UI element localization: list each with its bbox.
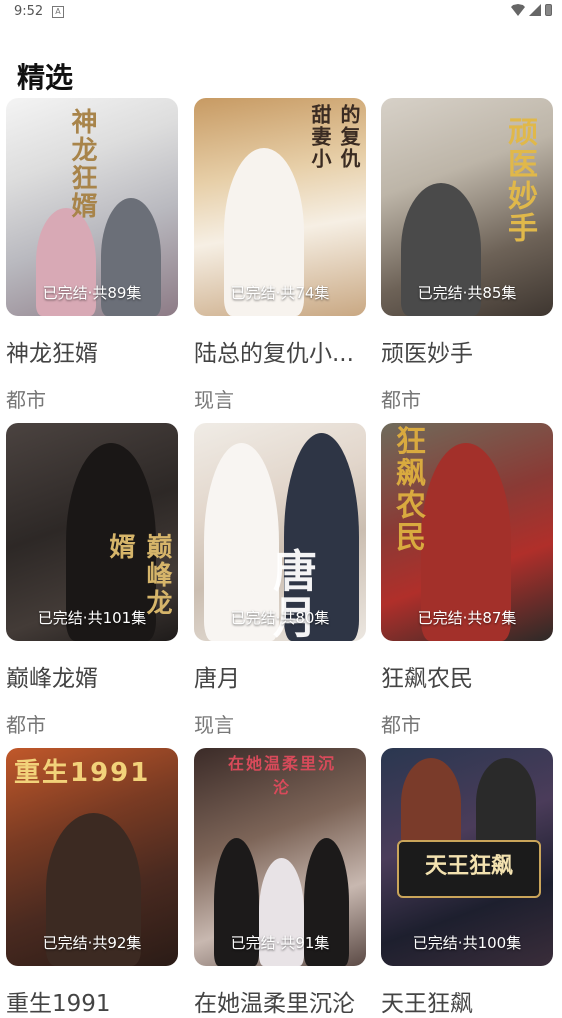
cover-title-emblem: 天王狂飙 <box>397 840 541 898</box>
episode-badge: 已完结·共92集 <box>42 934 142 952</box>
drama-cover[interactable]: 唐月 已完结·共80集 <box>194 423 366 641</box>
drama-title[interactable]: 顽医妙手 <box>381 334 556 368</box>
drama-cover[interactable]: 在她温柔里沉沦 已完结·共91集 <box>194 748 366 966</box>
drama-title[interactable]: 在她温柔里沉沦 <box>194 984 369 1018</box>
episode-badge: 已完结·共85集 <box>417 284 517 302</box>
drama-cover[interactable]: 巅峰龙婿 已完结·共101集 <box>6 423 178 641</box>
episode-badge: 已完结·共100集 <box>412 934 522 952</box>
wifi-icon <box>511 4 525 16</box>
episode-badge: 已完结·共87集 <box>417 609 517 627</box>
cover-title-art: 在她温柔里沉沦 <box>227 754 336 797</box>
battery-icon <box>545 4 552 16</box>
drama-genre: 都市 <box>6 713 46 737</box>
signal-icon <box>529 4 541 16</box>
cover-title-art: 的复仇甜妻小 <box>308 104 361 170</box>
drama-card[interactable]: 顽医妙手 已完结·共85集 顽医妙手 都市 <box>381 98 553 412</box>
drama-cover[interactable]: 神龙狂婿 已完结·共89集 <box>6 98 178 316</box>
drama-genre: 都市 <box>381 388 421 412</box>
drama-cover[interactable]: 顽医妙手 已完结·共85集 <box>381 98 553 316</box>
status-time: 9:52 <box>14 4 44 19</box>
drama-card[interactable]: 的复仇甜妻小 已完结·共74集 陆总的复仇小... 现言 <box>194 98 366 412</box>
drama-cover[interactable]: 重生1991 已完结·共92集 <box>6 748 178 966</box>
drama-card[interactable]: 唐月 已完结·共80集 唐月 现言 <box>194 423 366 737</box>
notification-icon: A <box>52 6 64 18</box>
cover-title-art: 重生1991 <box>14 758 151 788</box>
cover-title-art: 顽医妙手 <box>502 116 537 244</box>
drama-title[interactable]: 狂飙农民 <box>381 659 556 693</box>
episode-badge: 已完结·共101集 <box>37 609 147 627</box>
status-bar: 9:52 A <box>0 0 562 26</box>
drama-genre: 都市 <box>6 388 46 412</box>
episode-badge: 已完结·共89集 <box>42 284 142 302</box>
drama-title[interactable]: 重生1991 <box>6 984 181 1018</box>
cover-figure <box>401 758 461 848</box>
episode-badge: 已完结·共74集 <box>230 284 330 302</box>
cover-title-art: 狂飙农民 <box>390 425 425 553</box>
section-title: 精选 <box>17 61 74 94</box>
drama-title[interactable]: 天王狂飙 <box>381 984 556 1018</box>
drama-genre: 现言 <box>194 713 234 737</box>
drama-title[interactable]: 巅峰龙婿 <box>6 659 181 693</box>
cover-title-art: 神龙狂婿 <box>67 108 97 220</box>
system-icons <box>511 4 552 16</box>
episode-badge: 已完结·共91集 <box>230 934 330 952</box>
drama-title[interactable]: 陆总的复仇小... <box>194 334 369 368</box>
drama-title[interactable]: 唐月 <box>194 659 369 693</box>
drama-genre: 现言 <box>194 388 234 412</box>
drama-card[interactable]: 天王狂飙 已完结·共100集 天王狂飙 <box>381 748 553 1017</box>
episode-badge: 已完结·共80集 <box>230 609 330 627</box>
drama-card[interactable]: 在她温柔里沉沦 已完结·共91集 在她温柔里沉沦 <box>194 748 366 1017</box>
drama-cover[interactable]: 天王狂飙 已完结·共100集 <box>381 748 553 966</box>
drama-genre: 都市 <box>381 713 421 737</box>
drama-card[interactable]: 重生1991 已完结·共92集 重生1991 <box>6 748 178 1017</box>
drama-card[interactable]: 狂飙农民 已完结·共87集 狂飙农民 都市 <box>381 423 553 737</box>
drama-card[interactable]: 巅峰龙婿 已完结·共101集 巅峰龙婿 都市 <box>6 423 178 737</box>
drama-title[interactable]: 神龙狂婿 <box>6 334 181 368</box>
drama-cover[interactable]: 的复仇甜妻小 已完结·共74集 <box>194 98 366 316</box>
cover-figure <box>476 758 536 848</box>
drama-card[interactable]: 神龙狂婿 已完结·共89集 神龙狂婿 都市 <box>6 98 178 412</box>
drama-cover[interactable]: 狂飙农民 已完结·共87集 <box>381 423 553 641</box>
